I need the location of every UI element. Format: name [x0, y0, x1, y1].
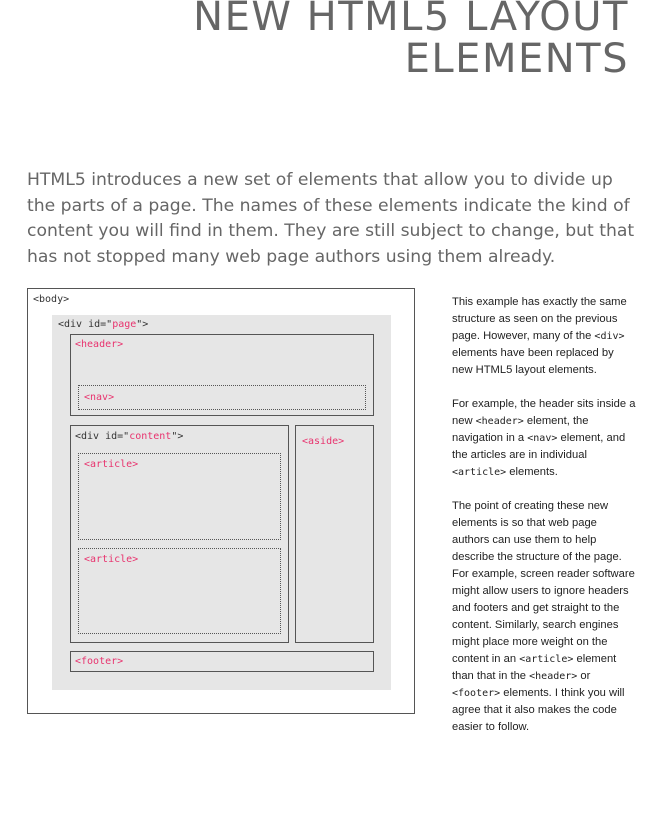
side-p2-code-nav: <nav>	[527, 433, 558, 444]
side-p3-text-c: or	[577, 670, 591, 682]
content-div-close: ">	[171, 431, 184, 442]
body-tag-label: <body>	[33, 294, 70, 305]
side-p3-text-a: The point of creating these new elements…	[452, 500, 635, 665]
page-div-open: <div id="	[58, 319, 113, 330]
layout-diagram: <body> <div id="page"> <header> <nav> <d…	[27, 288, 415, 714]
article-tag-label-2: <article>	[84, 554, 139, 565]
side-p1-code-div: <div>	[594, 331, 625, 342]
side-p1-text-b: elements have been replaced by new HTML5…	[452, 347, 614, 376]
intro-paragraph: HTML5 introduces a new set of elements t…	[27, 170, 635, 267]
side-column: This example has exactly the same struct…	[452, 294, 637, 753]
side-p2-code-header: <header>	[475, 416, 524, 427]
aside-box	[295, 425, 374, 643]
nav-box	[78, 385, 366, 410]
page-div-close: ">	[136, 319, 149, 330]
page-div-label: <div id="page">	[58, 319, 148, 331]
side-p3-code-footer: <footer>	[452, 688, 501, 699]
page-title: NEW HTML5 LAYOUT ELEMENTS	[193, 0, 629, 80]
side-paragraph-2: For example, the header sits inside a ne…	[452, 396, 637, 481]
aside-tag-label: <aside>	[302, 436, 345, 447]
side-p2-code-article: <article>	[452, 467, 507, 478]
page-title-line2: ELEMENTS	[404, 36, 629, 82]
page-id-value: page	[112, 319, 137, 330]
side-paragraph-1: This example has exactly the same struct…	[452, 294, 637, 379]
page-title-line1: NEW HTML5 LAYOUT	[193, 0, 629, 40]
content-div-open: <div id="	[75, 431, 130, 442]
content-div-label: <div id="content">	[75, 431, 183, 443]
nav-tag-label: <nav>	[84, 392, 115, 403]
header-tag-label: <header>	[75, 339, 124, 350]
article-tag-label-1: <article>	[84, 459, 139, 470]
footer-tag-label: <footer>	[75, 656, 124, 667]
side-paragraph-3: The point of creating these new elements…	[452, 498, 637, 736]
side-p3-code-article: <article>	[519, 654, 574, 665]
side-p3-code-header: <header>	[529, 671, 578, 682]
content-id-value: content	[129, 431, 172, 442]
side-p2-text-d: elements.	[506, 466, 558, 478]
